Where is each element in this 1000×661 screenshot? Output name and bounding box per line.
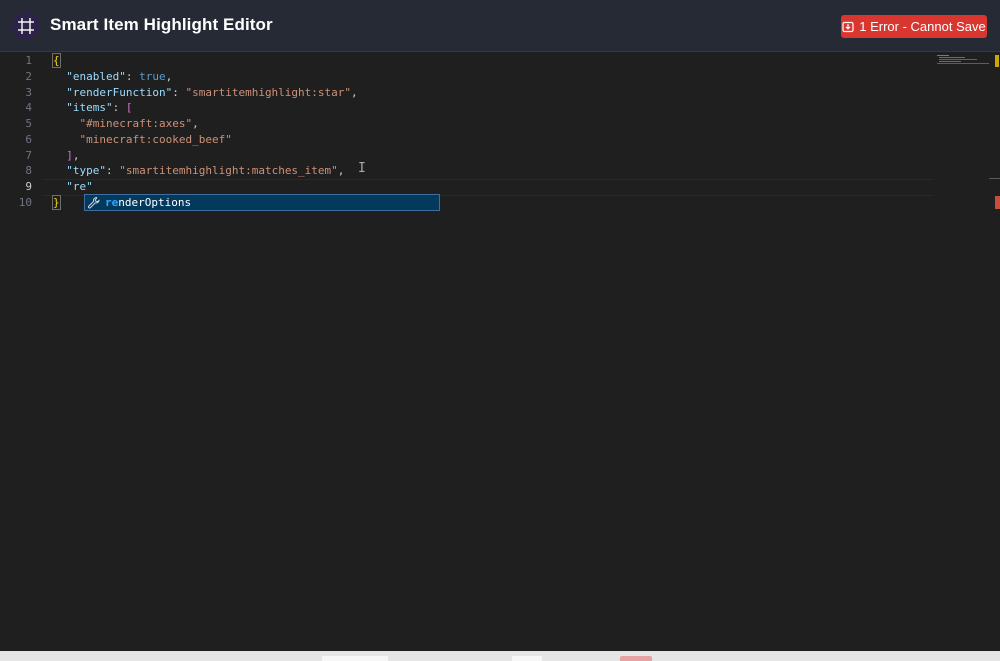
code-line[interactable]: {	[52, 53, 61, 69]
line-number: 2	[25, 70, 32, 83]
json-separator: :	[172, 86, 186, 99]
line-number: 3	[25, 86, 32, 99]
wrench-icon	[87, 196, 100, 209]
taskbar-item[interactable]	[322, 656, 388, 661]
json-separator: :	[125, 70, 140, 83]
json-comma: ,	[72, 149, 80, 162]
json-key: "renderFunction"	[66, 86, 173, 99]
line-number: 8	[25, 164, 32, 177]
cursor-position-marker	[989, 178, 1000, 179]
line-number: 5	[25, 117, 32, 130]
close-bracket: ]	[66, 149, 73, 162]
json-comma: ,	[165, 70, 173, 83]
save-icon	[842, 21, 854, 32]
json-comma: ,	[192, 117, 199, 130]
json-string: "smartitemhighlight:star"	[185, 86, 352, 99]
json-separator: :	[112, 101, 126, 114]
code-editor[interactable]: 1 2 3 4 5 6 7 8 9 10 { "enabled": true, …	[0, 53, 1000, 651]
json-string: "#minecraft:axes"	[79, 117, 193, 130]
json-key: "items"	[66, 101, 113, 114]
minimap[interactable]	[935, 53, 990, 73]
app-title: Smart Item Highlight Editor	[50, 15, 273, 34]
title-bar: Smart Item Highlight Editor 1 Error - Ca…	[0, 0, 1000, 52]
code-line[interactable]: ],	[53, 148, 80, 164]
mouse-text-cursor: I	[358, 161, 366, 176]
json-separator: :	[106, 164, 120, 177]
line-number: 4	[25, 101, 32, 114]
close-brace: }	[52, 195, 61, 210]
line-number: 10	[18, 196, 32, 209]
vertical-scrollbar[interactable]	[990, 53, 1000, 651]
line-number: 6	[25, 133, 32, 146]
code-line[interactable]: "renderFunction": "smartitemhighlight:st…	[53, 85, 358, 101]
json-boolean: true	[139, 70, 166, 83]
warning-marker	[995, 55, 999, 67]
error-marker	[995, 196, 1000, 209]
autocomplete-suggestion[interactable]: renderOptions	[84, 194, 440, 211]
suggestion-rest: nderOptions	[118, 196, 192, 209]
taskbar	[0, 651, 1000, 661]
open-brace: {	[52, 53, 61, 68]
json-key: "type"	[66, 164, 106, 177]
taskbar-item[interactable]	[512, 656, 542, 661]
code-line[interactable]: "minecraft:cooked_beef"	[53, 132, 232, 148]
code-line[interactable]: "type": "smartitemhighlight:matches_item…	[53, 163, 344, 179]
taskbar-item[interactable]	[620, 656, 652, 661]
error-button-label: 1 Error - Cannot Save	[859, 19, 986, 34]
json-key: "enabled"	[66, 70, 126, 83]
code-line[interactable]: "items": [	[53, 100, 132, 116]
json-string: "smartitemhighlight:matches_item"	[119, 164, 338, 177]
json-comma: ,	[337, 164, 345, 177]
json-partial-key: "re"	[66, 180, 93, 193]
code-line[interactable]: "#minecraft:axes",	[53, 116, 199, 132]
code-line[interactable]: "enabled": true,	[53, 69, 172, 85]
code-line-active[interactable]: "re"	[53, 179, 93, 195]
line-number: 1	[25, 54, 32, 67]
line-number-active: 9	[25, 180, 32, 193]
line-number: 7	[25, 149, 32, 162]
code-line[interactable]: }	[52, 195, 61, 211]
json-comma: ,	[351, 86, 358, 99]
save-error-button[interactable]: 1 Error - Cannot Save	[841, 15, 987, 38]
json-string: "minecraft:cooked_beef"	[79, 133, 232, 146]
crop-frame-icon	[12, 12, 40, 40]
suggestion-match: re	[105, 196, 119, 209]
open-bracket: [	[125, 101, 133, 114]
